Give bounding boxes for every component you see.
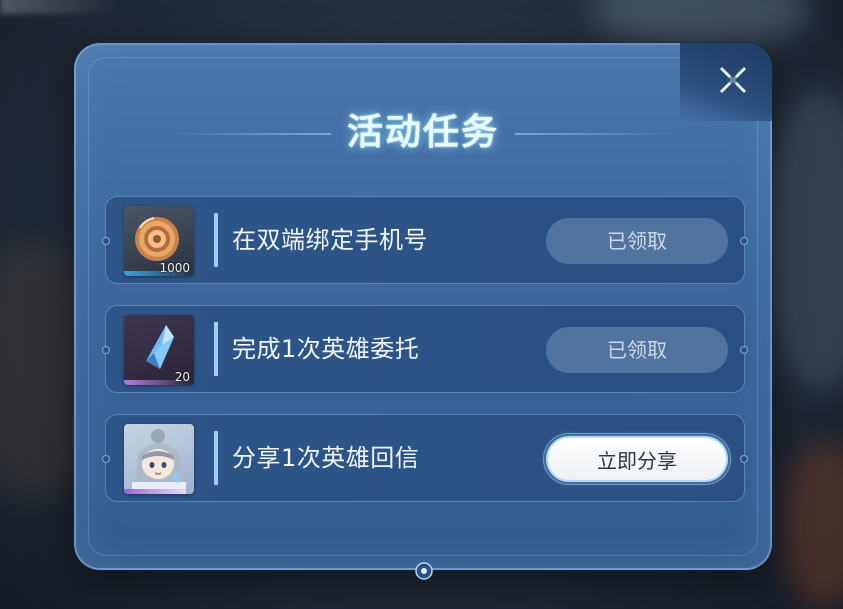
rarity-bar: [124, 489, 194, 494]
task-label: 完成1次英雄委托: [232, 335, 420, 363]
row-ornament-dot: [102, 455, 110, 463]
close-button[interactable]: [710, 57, 756, 103]
dialog-title: 活动任务: [346, 112, 499, 153]
background-text-fragment: [0, 0, 120, 14]
row-ornament-dot: [102, 237, 110, 245]
task-row: 分享1次英雄回信 立即分享: [102, 414, 748, 502]
row-ornament-dot: [740, 455, 748, 463]
row-ornament-dot: [740, 346, 748, 354]
task-list: 1000 在双端绑定手机号 已领取 20 完成1次英雄委托 已领取 分享1次英雄…: [102, 196, 748, 523]
task-label: 分享1次英雄回信: [232, 444, 420, 472]
reward-count: 1000: [159, 261, 190, 275]
close-icon: [720, 67, 746, 93]
row-ornament-dot: [102, 346, 110, 354]
background-hero-bottom-right: [780, 440, 843, 609]
task-row: 1000 在双端绑定手机号 已领取: [102, 196, 748, 284]
task-label: 在双端绑定手机号: [232, 226, 428, 254]
bottom-ornament-icon: [415, 562, 433, 580]
row-divider: [214, 322, 218, 376]
reward-count: 20: [174, 370, 190, 384]
dialog-header: 活动任务: [76, 103, 770, 163]
title-ornament-right: [515, 133, 675, 135]
title-ornament-left: [171, 133, 331, 135]
share-now-button[interactable]: 立即分享: [543, 433, 731, 485]
background-hero-right: [760, 90, 843, 390]
reward-item[interactable]: 20: [124, 315, 194, 385]
claimed-button[interactable]: 已领取: [546, 218, 728, 264]
row-ornament-dot: [740, 237, 748, 245]
reward-item[interactable]: 1000: [124, 206, 194, 276]
task-row: 20 完成1次英雄委托 已领取: [102, 305, 748, 393]
reward-item[interactable]: [124, 424, 194, 494]
claimed-button[interactable]: 已领取: [546, 327, 728, 373]
row-divider: [214, 213, 218, 267]
row-divider: [214, 431, 218, 485]
hero-portrait-icon: [132, 429, 186, 494]
activity-task-dialog: 活动任务 1000 在双端绑定手机号 已领取 20 完成1次英雄委托 已领取 分…: [74, 43, 772, 580]
